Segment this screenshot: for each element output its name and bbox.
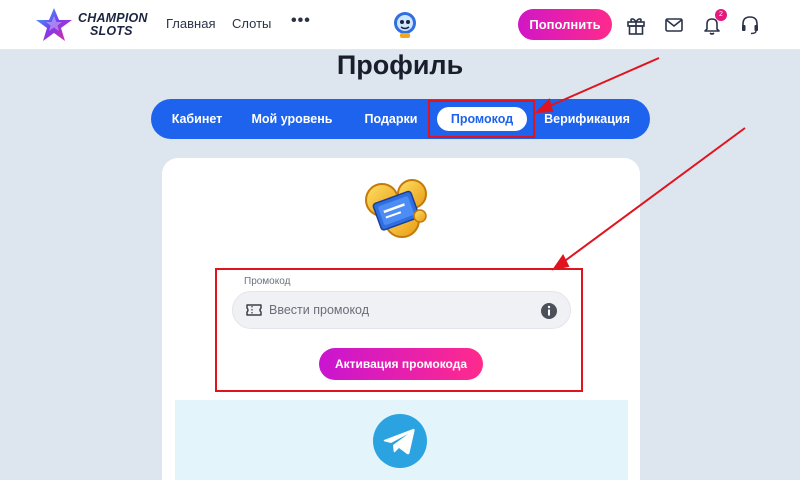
profile-tabs: Кабинет Мой уровень Подарки Промокод Вер… — [151, 99, 650, 139]
highlight-box-promocode-form — [215, 268, 583, 392]
gift-icon[interactable] — [625, 14, 647, 36]
page-title: Профиль — [336, 50, 464, 80]
tab-gifts[interactable]: Подарки — [363, 107, 419, 131]
star-logo-icon — [36, 8, 72, 41]
mail-icon[interactable] — [663, 14, 685, 36]
nav-more-menu[interactable]: ••• — [291, 12, 311, 30]
logo-wordmark: CHAMPION SLOTS — [78, 12, 148, 38]
mascot-badge-icon[interactable] — [391, 10, 419, 40]
nav-link-slots[interactable]: Слоты — [232, 16, 271, 31]
tab-verification[interactable]: Верификация — [543, 107, 631, 131]
tab-my-level[interactable]: Мой уровень — [251, 107, 333, 131]
promo-code-ticket-icon — [365, 179, 427, 238]
headset-support-icon[interactable] — [739, 14, 761, 36]
topup-button[interactable]: Пополнить — [518, 9, 612, 40]
top-header: CHAMPION SLOTS Главная Слоты ••• Пополни… — [0, 0, 800, 50]
highlight-box-promocode-tab — [428, 100, 535, 138]
notification-count-badge: 2 — [715, 9, 727, 21]
nav-link-main[interactable]: Главная — [166, 16, 215, 31]
champion-slots-logo[interactable]: CHAMPION SLOTS — [34, 6, 164, 44]
tab-cabinet[interactable]: Кабинет — [171, 107, 223, 131]
logo-line-2: SLOTS — [90, 24, 133, 38]
telegram-icon[interactable] — [372, 413, 428, 469]
